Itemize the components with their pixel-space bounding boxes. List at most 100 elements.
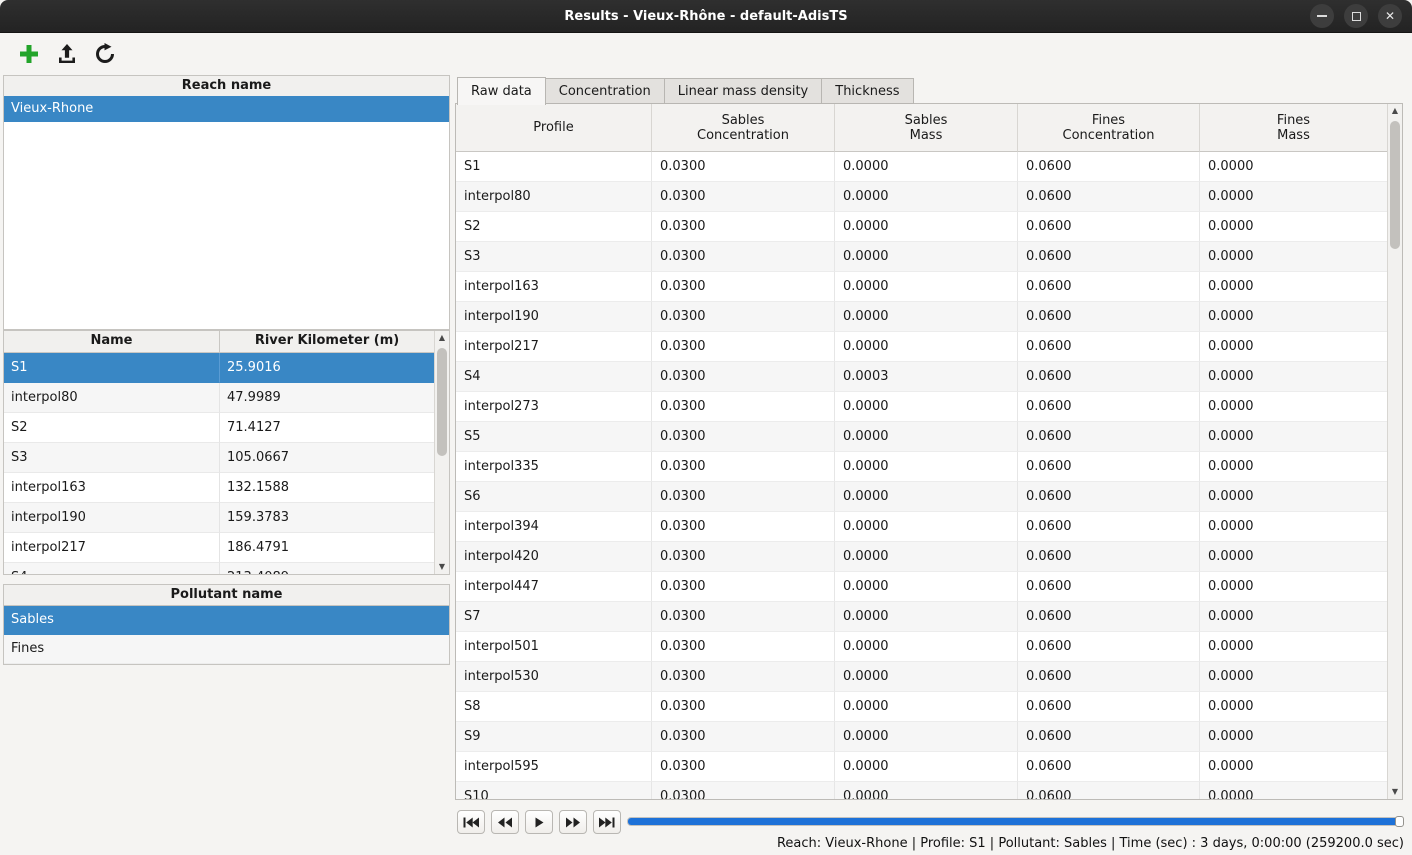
table-cell: interpol163 xyxy=(456,272,652,302)
profile-row-interpol190[interactable]: interpol190159.3783 xyxy=(4,503,434,533)
table-cell: 0.0000 xyxy=(835,602,1018,632)
table-row-interpol80[interactable]: interpol800.03000.00000.06000.0000 xyxy=(456,182,1387,212)
table-cell: 0.0000 xyxy=(835,722,1018,752)
table-row-interpol420[interactable]: interpol4200.03000.00000.06000.0000 xyxy=(456,542,1387,572)
table-row-s6[interactable]: S60.03000.00000.06000.0000 xyxy=(456,482,1387,512)
tab-linear-mass-density[interactable]: Linear mass density xyxy=(665,78,823,104)
scroll-down-icon[interactable]: ▼ xyxy=(1388,785,1402,799)
profile-row-interpol163[interactable]: interpol163132.1588 xyxy=(4,473,434,503)
table-cell: 0.0000 xyxy=(835,452,1018,482)
profile-row-interpol217[interactable]: interpol217186.4791 xyxy=(4,533,434,563)
table-cell: 0.0000 xyxy=(1200,152,1387,182)
tab-raw-data[interactable]: Raw data xyxy=(457,77,546,105)
table-cell: interpol190 xyxy=(456,302,652,332)
table-cell: 0.0000 xyxy=(835,302,1018,332)
titlebar: Results - Vieux-Rhône - default-AdisTS ✕ xyxy=(0,0,1412,33)
table-cell: 0.0300 xyxy=(652,152,835,182)
table-cell: 0.0000 xyxy=(1200,182,1387,212)
time-slider-fill xyxy=(628,818,1403,825)
column-header-sables-mass[interactable]: Sables Mass xyxy=(835,104,1018,152)
column-header-profile[interactable]: Profile xyxy=(456,104,652,152)
column-header-fines-mass[interactable]: Fines Mass xyxy=(1200,104,1387,152)
table-cell: 0.0000 xyxy=(1200,482,1387,512)
pollutant-list-item-fines[interactable]: Fines xyxy=(4,635,449,664)
table-row-s8[interactable]: S80.03000.00000.06000.0000 xyxy=(456,692,1387,722)
close-button[interactable]: ✕ xyxy=(1378,4,1402,28)
tab-concentration[interactable]: Concentration xyxy=(546,78,665,104)
time-slider-handle[interactable] xyxy=(1395,816,1404,827)
refresh-icon xyxy=(94,43,116,65)
profile-cell: S3 xyxy=(4,443,220,473)
profiles-scrollbar[interactable]: ▲ ▼ xyxy=(434,331,449,574)
table-cell: 0.0000 xyxy=(1200,692,1387,722)
table-row-s7[interactable]: S70.03000.00000.06000.0000 xyxy=(456,602,1387,632)
scroll-down-icon[interactable]: ▼ xyxy=(435,560,449,574)
table-row-interpol217[interactable]: interpol2170.03000.00000.06000.0000 xyxy=(456,332,1387,362)
play-button[interactable] xyxy=(525,810,553,834)
scrollbar-thumb[interactable] xyxy=(1390,121,1400,249)
table-row-s2[interactable]: S20.03000.00000.06000.0000 xyxy=(456,212,1387,242)
table-cell: 0.0000 xyxy=(1200,542,1387,572)
table-row-s3[interactable]: S30.03000.00000.06000.0000 xyxy=(456,242,1387,272)
table-row-interpol335[interactable]: interpol3350.03000.00000.06000.0000 xyxy=(456,452,1387,482)
refresh-button[interactable] xyxy=(90,39,120,69)
results-scrollbar[interactable]: ▲ ▼ xyxy=(1387,104,1402,799)
rewind-icon xyxy=(498,817,512,828)
skip-to-start-button[interactable] xyxy=(457,810,485,834)
time-slider[interactable] xyxy=(627,816,1404,827)
table-row-interpol190[interactable]: interpol1900.03000.00000.06000.0000 xyxy=(456,302,1387,332)
export-button[interactable] xyxy=(52,39,82,69)
table-row-interpol273[interactable]: interpol2730.03000.00000.06000.0000 xyxy=(456,392,1387,422)
pollutant-list: SablesFines xyxy=(3,606,450,665)
profile-row-interpol80[interactable]: interpol8047.9989 xyxy=(4,383,434,413)
table-row-interpol501[interactable]: interpol5010.03000.00000.06000.0000 xyxy=(456,632,1387,662)
table-cell: 0.0300 xyxy=(652,422,835,452)
table-cell: interpol335 xyxy=(456,452,652,482)
fast-forward-button[interactable] xyxy=(559,810,587,834)
table-cell: 0.0000 xyxy=(835,542,1018,572)
toolbar xyxy=(0,33,1412,75)
scroll-up-icon[interactable]: ▲ xyxy=(1388,104,1402,118)
profile-row-s2[interactable]: S271.4127 xyxy=(4,413,434,443)
scrollbar-thumb[interactable] xyxy=(437,348,447,456)
scroll-up-icon[interactable]: ▲ xyxy=(435,331,449,345)
pollutant-name-header: Pollutant name xyxy=(3,584,450,606)
river-kilometer-column-header[interactable]: River Kilometer (m) xyxy=(220,331,434,353)
table-row-interpol394[interactable]: interpol3940.03000.00000.06000.0000 xyxy=(456,512,1387,542)
reach-list-item-vieux-rhone[interactable]: Vieux-Rhone xyxy=(4,96,449,122)
status-bar: Reach: Vieux-Rhone | Profile: S1 | Pollu… xyxy=(0,832,1412,855)
rewind-button[interactable] xyxy=(491,810,519,834)
profile-row-s1[interactable]: S125.9016 xyxy=(4,353,434,383)
tab-thickness[interactable]: Thickness xyxy=(822,78,913,104)
table-row-s4[interactable]: S40.03000.00030.06000.0000 xyxy=(456,362,1387,392)
table-cell: 0.0600 xyxy=(1018,602,1200,632)
window-title: Results - Vieux-Rhône - default-AdisTS xyxy=(564,9,847,24)
table-cell: 0.0000 xyxy=(835,482,1018,512)
table-row-interpol163[interactable]: interpol1630.03000.00000.06000.0000 xyxy=(456,272,1387,302)
export-icon xyxy=(56,43,78,65)
table-row-interpol447[interactable]: interpol4470.03000.00000.06000.0000 xyxy=(456,572,1387,602)
minimize-button[interactable] xyxy=(1310,4,1334,28)
profile-row-s4[interactable]: S4213.4089 xyxy=(4,563,434,574)
add-button[interactable] xyxy=(14,39,44,69)
table-row-interpol530[interactable]: interpol5300.03000.00000.06000.0000 xyxy=(456,662,1387,692)
name-column-header[interactable]: Name xyxy=(4,331,220,353)
maximize-button[interactable] xyxy=(1344,4,1368,28)
table-cell: 0.0600 xyxy=(1018,782,1200,799)
pollutant-list-item-sables[interactable]: Sables xyxy=(4,606,449,635)
main-table-header: ProfileSables ConcentrationSables MassFi… xyxy=(456,104,1387,152)
profile-row-s3[interactable]: S3105.0667 xyxy=(4,443,434,473)
table-cell: 0.0000 xyxy=(835,392,1018,422)
table-row-interpol595[interactable]: interpol5950.03000.00000.06000.0000 xyxy=(456,752,1387,782)
table-cell: 0.0300 xyxy=(652,182,835,212)
table-row-s9[interactable]: S90.03000.00000.06000.0000 xyxy=(456,722,1387,752)
column-header-fines-concentration[interactable]: Fines Concentration xyxy=(1018,104,1200,152)
skip-to-end-button[interactable] xyxy=(593,810,621,834)
column-header-sables-concentration[interactable]: Sables Concentration xyxy=(652,104,835,152)
table-row-s1[interactable]: S10.03000.00000.06000.0000 xyxy=(456,152,1387,182)
table-cell: 0.0300 xyxy=(652,752,835,782)
table-row-s5[interactable]: S50.03000.00000.06000.0000 xyxy=(456,422,1387,452)
results-table-frame: ProfileSables ConcentrationSables MassFi… xyxy=(455,103,1403,800)
table-cell: 0.0300 xyxy=(652,602,835,632)
table-row-s10[interactable]: S100.03000.00000.06000.0000 xyxy=(456,782,1387,799)
